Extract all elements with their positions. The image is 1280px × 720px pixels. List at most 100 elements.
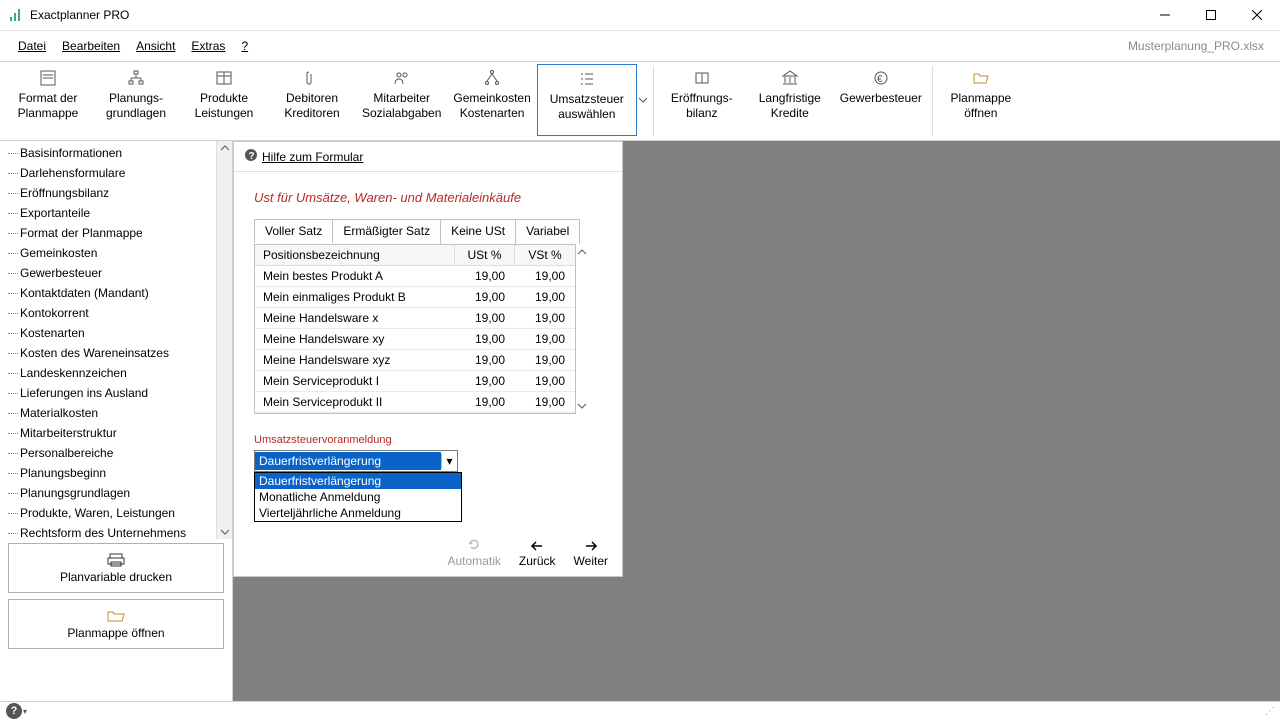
col-header-name: Positionsbezeichnung (255, 245, 455, 265)
users-icon (392, 68, 412, 88)
col-header-vst: VSt % (515, 245, 575, 265)
ribbon-gewerbe[interactable]: €Gewerbesteuer (834, 64, 928, 136)
form-help-bar: ? Hilfe zum Formular (234, 142, 622, 172)
help-link[interactable]: Hilfe zum Formular (262, 150, 363, 164)
sidebar: BasisinformationenDarlehensformulareEröf… (0, 141, 233, 701)
table-row[interactable]: Meine Handelsware x19,0019,00 (255, 308, 575, 329)
tree-icon (482, 68, 502, 88)
chevron-down-icon: ▾ (441, 454, 457, 468)
tree-item[interactable]: Landeskennzeichen (0, 363, 232, 383)
tab-1[interactable]: Ermäßigter Satz (332, 219, 441, 244)
tree-item[interactable]: Gewerbesteuer (0, 263, 232, 283)
list-icon (577, 69, 597, 89)
table-icon (214, 68, 234, 88)
form-heading: Ust für Umsätze, Waren- und Materialeink… (254, 190, 606, 205)
grid-scrollbar[interactable] (575, 245, 589, 413)
tab-2[interactable]: Keine USt (440, 219, 516, 244)
menu-bearbeiten[interactable]: Bearbeiten (54, 35, 128, 57)
open-planmappe-button[interactable]: Planmappe öffnen (8, 599, 224, 649)
ribbon-produkte[interactable]: Produkte Leistungen (180, 64, 268, 136)
tree-item[interactable]: Kontaktdaten (Mandant) (0, 283, 232, 303)
clip-icon (302, 68, 322, 88)
ribbon: Format der Planmappe Planungs- grundlage… (0, 61, 1280, 141)
printer-icon (107, 553, 125, 570)
tree-nav[interactable]: BasisinformationenDarlehensformulareEröf… (0, 141, 232, 539)
ribbon-mitarbeiter[interactable]: Mitarbeiter Sozialabgaben (356, 64, 447, 136)
ribbon-gemeinkosten[interactable]: Gemeinkosten Kostenarten (447, 64, 536, 136)
tree-item[interactable]: Kostenarten (0, 323, 232, 343)
back-button[interactable]: Zurück (519, 540, 556, 568)
ribbon-eroeffnung[interactable]: Eröffnungs- bilanz (658, 64, 746, 136)
folder-open-icon (971, 68, 991, 88)
form-panel: ? Hilfe zum Formular Ust für Umsätze, Wa… (233, 141, 623, 577)
combo-option[interactable]: Dauerfristverlängerung (255, 473, 461, 489)
maximize-button[interactable] (1188, 0, 1234, 31)
combo-option[interactable]: Vierteljährliche Anmeldung (255, 505, 461, 521)
tree-item[interactable]: Rechtsform des Unternehmens (0, 523, 232, 539)
svg-text:?: ? (249, 151, 255, 162)
minimize-button[interactable] (1142, 0, 1188, 31)
close-button[interactable] (1234, 0, 1280, 31)
menu-help[interactable]: ? (233, 35, 256, 57)
tree-item[interactable]: Planungsgrundlagen (0, 483, 232, 503)
tree-item[interactable]: Materialkosten (0, 403, 232, 423)
menu-datei[interactable]: Datei (10, 35, 54, 57)
resize-grip[interactable]: ⋰ (1265, 706, 1274, 717)
table-row[interactable]: Mein Serviceprodukt I19,0019,00 (255, 371, 575, 392)
rates-grid[interactable]: Positionsbezeichnung USt % VSt % Mein be… (254, 244, 576, 414)
ribbon-oeffnen[interactable]: Planmappe öffnen (937, 64, 1025, 136)
combo-dropdown-list: DauerfristverlängerungMonatliche Anmeldu… (254, 472, 462, 522)
tab-3[interactable]: Variabel (515, 219, 580, 244)
current-file-label: Musterplanung_PRO.xlsx (1128, 39, 1270, 53)
table-row[interactable]: Mein Serviceprodukt II19,0019,00 (255, 392, 575, 413)
tree-item[interactable]: Gemeinkosten (0, 243, 232, 263)
table-row[interactable]: Mein einmaliges Produkt B19,0019,00 (255, 287, 575, 308)
tree-item[interactable]: Basisinformationen (0, 143, 232, 163)
tree-item[interactable]: Darlehensformulare (0, 163, 232, 183)
combo-option[interactable]: Monatliche Anmeldung (255, 489, 461, 505)
tree-item[interactable]: Exportanteile (0, 203, 232, 223)
open-label: Planmappe öffnen (67, 626, 164, 640)
voranmeldung-label: Umsatzsteuervoranmeldung (254, 434, 606, 446)
ribbon-grundlagen[interactable]: Planungs- grundlagen (92, 64, 180, 136)
voranmeldung-combo[interactable]: Dauerfristverlängerung ▾ Dauerfristverlä… (254, 450, 458, 472)
tree-item[interactable]: Produkte, Waren, Leistungen (0, 503, 232, 523)
bank-icon (780, 68, 800, 88)
tree-item[interactable]: Kontokorrent (0, 303, 232, 323)
print-planvariable-button[interactable]: Planvariable drucken (8, 543, 224, 593)
sitemap-icon (126, 68, 146, 88)
tree-item[interactable]: Eröffnungsbilanz (0, 183, 232, 203)
tree-item[interactable]: Personalbereiche (0, 443, 232, 463)
next-button[interactable]: Weiter (574, 540, 608, 568)
tree-item[interactable]: Kosten des Wareneinsatzes (0, 343, 232, 363)
table-row[interactable]: Meine Handelsware xyz19,0019,00 (255, 350, 575, 371)
ribbon-debitoren[interactable]: Debitoren Kreditoren (268, 64, 356, 136)
status-help-icon[interactable]: ? (6, 703, 22, 719)
tab-0[interactable]: Voller Satz (254, 219, 333, 244)
tree-item[interactable]: Lieferungen ins Ausland (0, 383, 232, 403)
table-row[interactable]: Meine Handelsware xy19,0019,00 (255, 329, 575, 350)
euro-icon: € (871, 68, 891, 88)
ribbon-umsatzsteuer[interactable]: Umsatzsteuer auswählen (537, 64, 637, 136)
table-row[interactable]: Mein bestes Produkt A19,0019,00 (255, 266, 575, 287)
app-icon (8, 7, 24, 23)
ribbon-format[interactable]: Format der Planmappe (4, 64, 92, 136)
tree-item[interactable]: Mitarbeiterstruktur (0, 423, 232, 443)
app-title: Exactplanner PRO (30, 8, 129, 22)
arrow-left-icon (530, 540, 544, 554)
ribbon-umsatzsteuer-dropdown[interactable] (637, 64, 649, 136)
print-label: Planvariable drucken (60, 570, 172, 584)
titlebar: Exactplanner PRO (0, 0, 1280, 31)
menu-ansicht[interactable]: Ansicht (128, 35, 183, 57)
menu-extras[interactable]: Extras (183, 35, 233, 57)
folder-open-icon (107, 609, 125, 626)
ribbon-kredite[interactable]: Langfristige Kredite (746, 64, 834, 136)
main-area: ? Hilfe zum Formular Ust für Umsätze, Wa… (233, 141, 1280, 701)
page-icon (38, 68, 58, 88)
arrow-right-icon (584, 540, 598, 554)
menubar: Datei Bearbeiten Ansicht Extras ? Muster… (0, 31, 1280, 61)
tree-item[interactable]: Format der Planmappe (0, 223, 232, 243)
tree-item[interactable]: Planungsbeginn (0, 463, 232, 483)
tree-scrollbar[interactable] (216, 141, 232, 539)
svg-text:€: € (877, 74, 883, 85)
